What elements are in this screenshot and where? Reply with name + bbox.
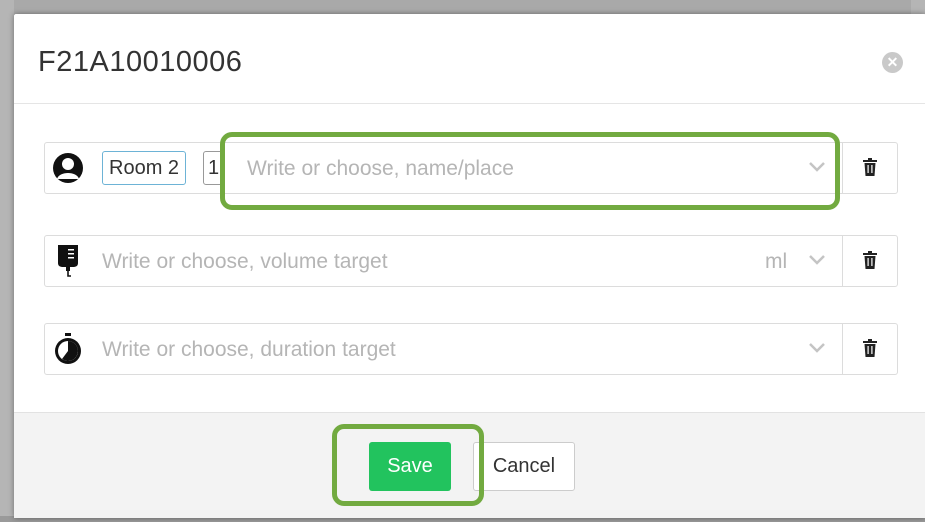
chevron-down-icon[interactable] [808, 253, 826, 267]
background-page [0, 0, 925, 14]
target-dialog: F21A10010006 ✕ Room 2 1 Write or choose,… [14, 14, 925, 518]
duration-input[interactable]: Write or choose, duration target [102, 338, 396, 362]
stopwatch-icon [55, 333, 81, 364]
delete-duration-button[interactable] [842, 324, 897, 374]
chevron-down-icon[interactable] [808, 160, 826, 174]
trash-icon [863, 339, 877, 357]
cancel-button[interactable]: Cancel [473, 442, 575, 491]
volume-unit: ml [765, 250, 788, 273]
iv-bag-icon [58, 245, 78, 277]
duration-row: Write or choose, duration target [44, 323, 898, 375]
dialog-body: Room 2 1 Write or choose, name/place Wri… [14, 104, 925, 411]
trash-icon [863, 251, 877, 269]
place-row: Room 2 1 Write or choose, name/place [44, 142, 898, 194]
delete-volume-button[interactable] [842, 236, 897, 286]
delete-place-button[interactable] [842, 143, 897, 193]
close-icon[interactable]: ✕ [882, 52, 903, 73]
volume-row: Write or choose, volume target ml [44, 235, 898, 287]
dialog-footer: Save Cancel [14, 412, 925, 518]
save-button[interactable]: Save [369, 442, 451, 491]
volume-input[interactable]: Write or choose, volume target [102, 250, 388, 274]
background-page-left [0, 0, 14, 522]
room-chip[interactable]: Room 2 [102, 151, 187, 185]
place-input[interactable]: Write or choose, name/place [247, 157, 514, 181]
trash-icon [863, 158, 877, 176]
chevron-down-icon[interactable] [808, 341, 826, 355]
person-icon [53, 153, 83, 183]
dialog-title: F21A10010006 [38, 46, 243, 78]
dialog-header: F21A10010006 ✕ [14, 14, 925, 104]
number-chip[interactable]: 1 [203, 151, 225, 185]
